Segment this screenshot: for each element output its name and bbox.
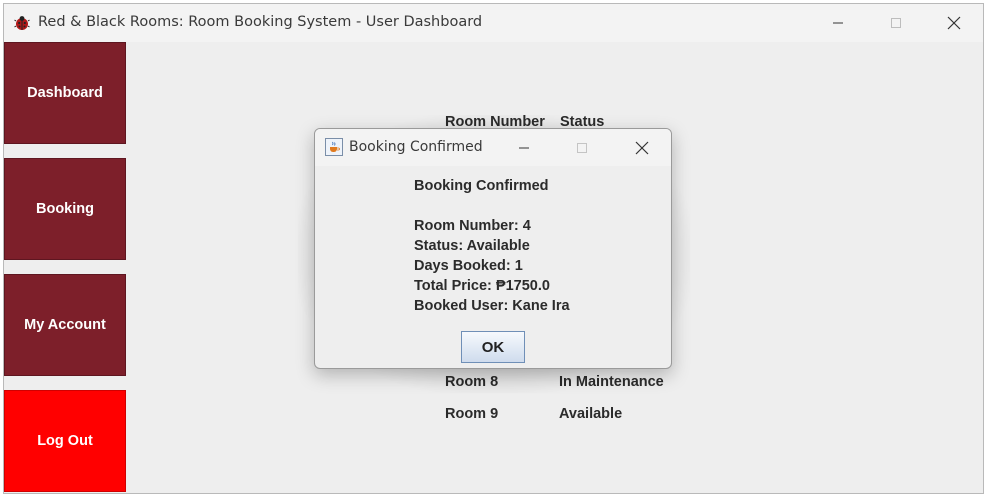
- close-button[interactable]: [925, 4, 983, 42]
- minimize-icon: [519, 147, 529, 148]
- sidebar-booking-button[interactable]: Booking: [4, 158, 126, 260]
- sidebar-dashboard-button[interactable]: Dashboard: [4, 42, 126, 144]
- maximize-button[interactable]: [867, 4, 925, 42]
- dialog-room-number: Room Number: 4: [414, 218, 531, 234]
- title-bar[interactable]: Red & Black Rooms: Room Booking System -…: [4, 4, 983, 42]
- table-cell-room: Room 8: [445, 374, 499, 390]
- window-title: Red & Black Rooms: Room Booking System -…: [38, 14, 483, 30]
- table-cell-room: Room 9: [445, 406, 499, 422]
- maximize-icon: [891, 18, 901, 28]
- dialog-days-booked: Days Booked: 1: [414, 258, 523, 274]
- dialog-close-button[interactable]: [613, 129, 671, 166]
- ok-button[interactable]: OK: [461, 331, 525, 363]
- dialog-status: Status: Available: [414, 238, 530, 254]
- dialog-heading: Booking Confirmed: [414, 178, 549, 194]
- table-cell-status: Available: [559, 406, 623, 422]
- sidebar-my-account-button[interactable]: My Account: [4, 274, 126, 376]
- dialog-title: Booking Confirmed: [349, 139, 483, 155]
- sidebar-item-label: Dashboard: [27, 85, 103, 101]
- maximize-icon: [577, 142, 587, 153]
- minimize-icon: [833, 22, 843, 24]
- dialog-booked-user: Booked User: Kane Ira: [414, 298, 570, 314]
- java-coffee-icon: [325, 138, 343, 156]
- sidebar-item-label: My Account: [24, 317, 106, 333]
- ladybug-app-icon: [14, 16, 30, 30]
- ok-button-label: OK: [481, 338, 505, 356]
- table-cell-status: In Maintenance: [559, 374, 664, 390]
- minimize-button[interactable]: [809, 4, 867, 42]
- dialog-minimize-button[interactable]: [495, 129, 553, 166]
- dialog-total-price: Total Price: ₱1750.0: [414, 278, 550, 294]
- close-icon: [947, 16, 961, 30]
- booking-confirmed-dialog: Booking Confirmed Booking Confirmed Room…: [314, 128, 672, 369]
- dialog-maximize-button[interactable]: [553, 129, 611, 166]
- dialog-title-bar[interactable]: Booking Confirmed: [315, 129, 671, 166]
- logout-button[interactable]: Log Out: [4, 390, 126, 492]
- close-icon: [635, 141, 649, 154]
- sidebar-item-label: Booking: [36, 201, 94, 217]
- sidebar-item-label: Log Out: [37, 433, 93, 449]
